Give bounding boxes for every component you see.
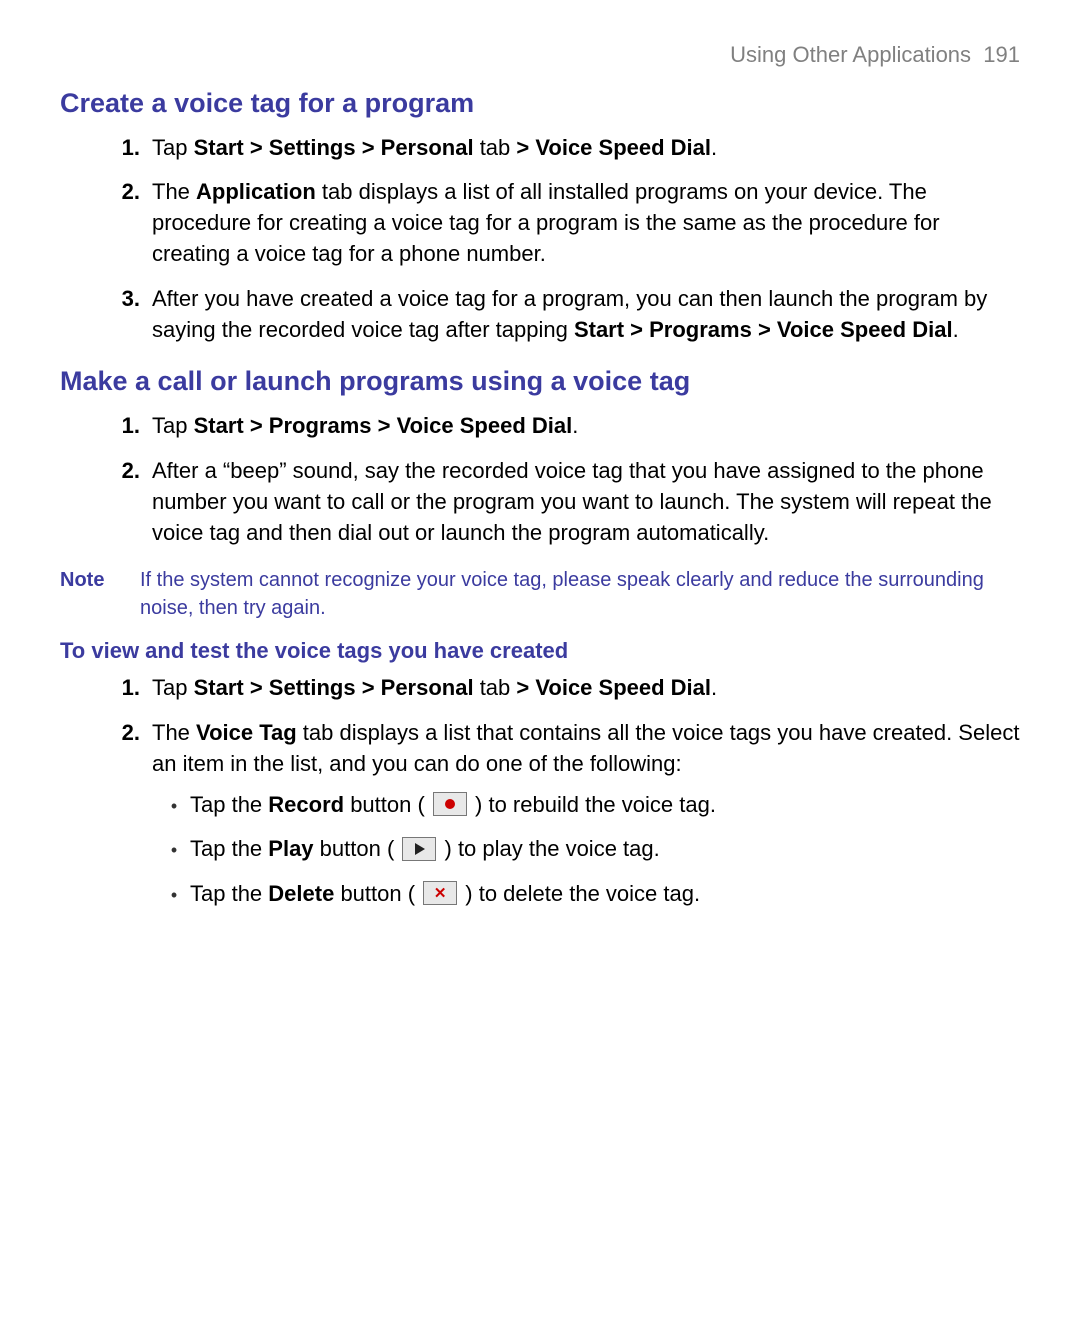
- record-icon: [433, 792, 467, 816]
- item-text: After a “beep” sound, say the recorded v…: [152, 456, 1020, 548]
- list-item: 3. After you have created a voice tag fo…: [60, 284, 1020, 346]
- heading-view-test-voice-tags: To view and test the voice tags you have…: [60, 636, 1020, 667]
- bullet-dot: •: [152, 838, 190, 863]
- item-text: The Voice Tag tab displays a list that c…: [152, 718, 1020, 924]
- list-item: 1. Tap Start > Programs > Voice Speed Di…: [60, 411, 1020, 442]
- header-section: Using Other Applications: [730, 42, 971, 67]
- list-view-test: 1. Tap Start > Settings > Personal tab >…: [60, 673, 1020, 924]
- bullet-dot: •: [152, 794, 190, 819]
- page-header: Using Other Applications 191: [60, 40, 1020, 71]
- list-item: 1. Tap Start > Settings > Personal tab >…: [60, 133, 1020, 164]
- header-page-number: 191: [983, 42, 1020, 67]
- bullet-item-play: • Tap the Play button ( ) to play the vo…: [152, 834, 1020, 865]
- note-text: If the system cannot recognize your voic…: [140, 566, 1020, 622]
- heading-create-voice-tag: Create a voice tag for a program: [60, 85, 1020, 123]
- bullet-dot: •: [152, 883, 190, 908]
- note-block: Note If the system cannot recognize your…: [60, 566, 1020, 622]
- item-number: 2.: [60, 456, 152, 548]
- list-create-voice-tag: 1. Tap Start > Settings > Personal tab >…: [60, 133, 1020, 346]
- item-number: 1.: [60, 133, 152, 164]
- list-make-call-launch: 1. Tap Start > Programs > Voice Speed Di…: [60, 411, 1020, 548]
- bullet-list-actions: • Tap the Record button ( ) to rebuild t…: [152, 790, 1020, 910]
- item-number: 1.: [60, 411, 152, 442]
- item-number: 2.: [60, 718, 152, 924]
- item-text: Tap Start > Settings > Personal tab > Vo…: [152, 673, 1020, 704]
- list-item: 2. The Application tab displays a list o…: [60, 177, 1020, 269]
- item-text: Tap Start > Settings > Personal tab > Vo…: [152, 133, 1020, 164]
- delete-icon: ✕: [423, 881, 457, 905]
- list-item: 1. Tap Start > Settings > Personal tab >…: [60, 673, 1020, 704]
- list-item: 2. After a “beep” sound, say the recorde…: [60, 456, 1020, 548]
- heading-make-call-launch: Make a call or launch programs using a v…: [60, 363, 1020, 401]
- item-text: Tap Start > Programs > Voice Speed Dial.: [152, 411, 1020, 442]
- bullet-item-delete: • Tap the Delete button ( ✕ ) to delete …: [152, 879, 1020, 910]
- item-number: 1.: [60, 673, 152, 704]
- item-text: After you have created a voice tag for a…: [152, 284, 1020, 346]
- item-number: 3.: [60, 284, 152, 346]
- note-label: Note: [60, 566, 140, 622]
- item-number: 2.: [60, 177, 152, 269]
- bullet-item-record: • Tap the Record button ( ) to rebuild t…: [152, 790, 1020, 821]
- play-icon: [402, 837, 436, 861]
- list-item: 2. The Voice Tag tab displays a list tha…: [60, 718, 1020, 924]
- item-text: The Application tab displays a list of a…: [152, 177, 1020, 269]
